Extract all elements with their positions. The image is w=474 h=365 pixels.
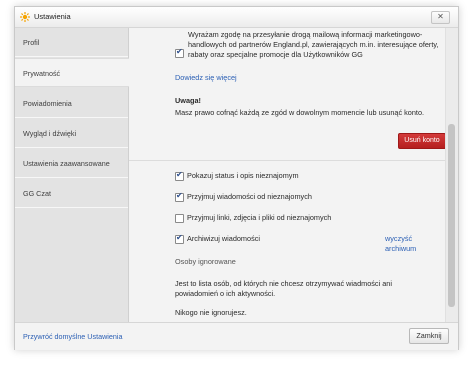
sidebar-item-gg-chat[interactable]: GG Czat bbox=[15, 179, 128, 208]
warning-title: Uwaga! bbox=[175, 96, 201, 105]
marketing-consent-checkbox[interactable] bbox=[175, 47, 184, 58]
show-status-label: Pokazuj status i opis nieznajomym bbox=[187, 171, 299, 180]
sidebar-item-notifications[interactable]: Powiadomienia bbox=[15, 89, 128, 118]
dialog-footer: Przywróć domyślne Ustawienia Zamknij bbox=[15, 322, 458, 350]
sidebar-item-profile[interactable]: Profil bbox=[15, 28, 128, 57]
title-bar: Ustawienia ✕ bbox=[15, 7, 458, 28]
ignored-empty-text: Nikogo nie ignorujesz. bbox=[175, 308, 247, 317]
accept-messages-checkbox[interactable] bbox=[175, 191, 184, 202]
content-scrollbar[interactable] bbox=[445, 28, 458, 322]
accept-messages-label: Przyjmuj wiadomości od nieznajomych bbox=[187, 192, 312, 201]
ignored-description-2: powiadomień o ich aktywności. bbox=[175, 289, 276, 298]
sidebar-item-label: Profil bbox=[23, 38, 40, 47]
warning-text: Masz prawo cofnąć każdą ze zgód w dowoln… bbox=[175, 108, 425, 117]
settings-window: Ustawienia ✕ Profil Prywatność Powiadomi… bbox=[14, 6, 459, 350]
scrollbar-thumb[interactable] bbox=[448, 124, 455, 307]
section-divider bbox=[129, 160, 445, 161]
sidebar-item-label: Prywatność bbox=[23, 69, 61, 78]
window-close-button[interactable]: ✕ bbox=[431, 11, 450, 24]
settings-sidebar: Profil Prywatność Powiadomienia Wygląd i… bbox=[15, 28, 129, 322]
marketing-consent-text-2: handlowych od partnerów England.pl, zawi… bbox=[188, 40, 439, 49]
accept-files-label: Przyjmuj linki, zdjęcia i pliki od niezn… bbox=[187, 213, 332, 222]
close-icon: ✕ bbox=[437, 12, 444, 21]
archive-messages-checkbox[interactable] bbox=[175, 233, 184, 244]
learn-more-link[interactable]: Dowiedz się więcej bbox=[175, 73, 237, 83]
sidebar-item-advanced[interactable]: Ustawienia zaawansowane bbox=[15, 149, 128, 178]
sidebar-item-label: Wygląd i dźwięki bbox=[23, 129, 77, 138]
show-status-checkbox[interactable] bbox=[175, 170, 184, 181]
accept-files-checkbox[interactable] bbox=[175, 214, 184, 223]
window-title: Ustawienia bbox=[34, 12, 71, 21]
sidebar-item-label: Powiadomienia bbox=[23, 99, 72, 108]
restore-defaults-link[interactable]: Przywróć domyślne Ustawienia bbox=[23, 332, 122, 341]
archive-messages-label: Archiwizuj wiadomości bbox=[187, 234, 260, 243]
ignored-heading: Osoby ignorowane bbox=[175, 257, 236, 266]
marketing-consent-text-1: Wyrażam zgodę na przesyłanie drogą mailo… bbox=[188, 30, 423, 39]
gg-sun-icon bbox=[20, 12, 30, 22]
privacy-settings-panel: Wyrażam zgodę na przesyłanie drogą mailo… bbox=[129, 28, 445, 322]
sidebar-item-label: GG Czat bbox=[23, 189, 51, 198]
sidebar-item-appearance[interactable]: Wygląd i dźwięki bbox=[15, 119, 128, 148]
sidebar-item-label: Ustawienia zaawansowane bbox=[23, 159, 110, 168]
sidebar-item-privacy[interactable]: Prywatność bbox=[15, 58, 129, 87]
delete-account-button[interactable]: Usuń konto bbox=[398, 133, 445, 149]
marketing-consent-text-3: rabaty oraz specjalne promocje dla Użytk… bbox=[188, 50, 363, 59]
clear-archive-link[interactable]: wyczyść archiwum bbox=[385, 234, 445, 254]
close-button[interactable]: Zamknij bbox=[409, 328, 449, 344]
ignored-description-1: Jest to lista osób, od których nie chces… bbox=[175, 279, 392, 288]
